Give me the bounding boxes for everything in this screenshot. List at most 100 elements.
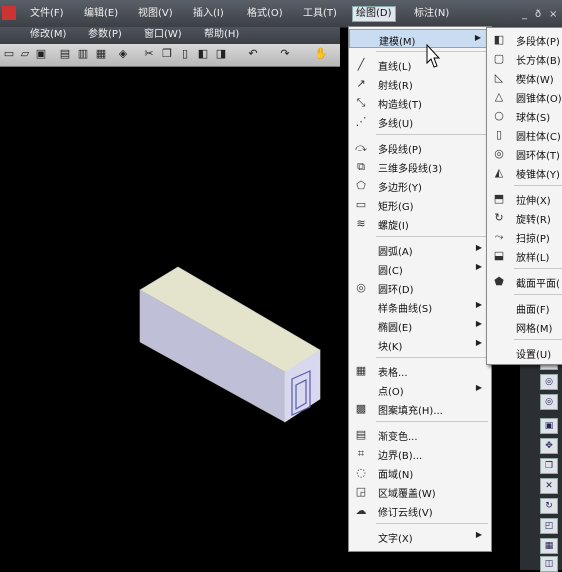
draw-menu-item[interactable]: ▩ 图案填充(H)... [349, 399, 491, 418]
menu-tools[interactable]: 工具(T) [303, 7, 337, 21]
modeling-menu-item[interactable]: ◺ 楔体(W) [487, 68, 562, 87]
modeling-menu-item[interactable]: ◎ 圆环体(T) [487, 144, 562, 163]
redo-icon[interactable]: ↷ [278, 47, 292, 61]
menu-dimension[interactable]: 标注(N) [414, 7, 449, 21]
draw-menu-item[interactable]: ☁ 修订云线(V) [349, 501, 491, 520]
draw-menu-item[interactable]: 椭圆(E) ▶ [349, 316, 491, 335]
draw-menu-item-label: 文字(X) [378, 534, 413, 545]
array-icon[interactable]: ▦ [540, 538, 558, 554]
menu-bar-row2: 修改(M) 参数(P) 窗口(W) 帮助(H) [0, 27, 340, 44]
draw-menu-item[interactable]: ▦ 表格... [349, 361, 491, 380]
modeling-menu-item[interactable]: ▢ 长方体(B) [487, 49, 562, 68]
extrude-icon[interactable]: ▣ [540, 418, 558, 434]
preview-icon[interactable]: ▥ [76, 47, 90, 61]
menu-parametric[interactable]: 参数(P) [88, 28, 122, 42]
draw-menu-item[interactable]: 块(K) ▶ [349, 335, 491, 354]
loft-icon: ⬓ [493, 249, 505, 262]
modeling-menu-item[interactable]: ◭ 棱锥体(Y) [487, 163, 562, 182]
draw-menu-item[interactable]: ⤼ 多段线(P) [349, 138, 491, 157]
draw-menu-item[interactable]: ◲ 区域覆盖(W) [349, 482, 491, 501]
close-icon[interactable]: × [549, 9, 557, 20]
rotate-icon[interactable]: ↻ [540, 498, 558, 514]
restore-icon[interactable]: ð [535, 9, 541, 20]
torus-icon[interactable]: ◎ [540, 374, 558, 390]
draw-menu-item[interactable]: ⤡ 构造线(T) [349, 93, 491, 112]
draw-menu-item[interactable]: ↗ 射线(R) [349, 74, 491, 93]
copy-icon[interactable]: ❐ [160, 47, 174, 61]
print-icon[interactable]: ▤ [58, 47, 72, 61]
modeling-menu-item[interactable]: ○ 球体(S) [487, 106, 562, 125]
publish-icon[interactable]: ▦ [94, 47, 108, 61]
draw-menu-item[interactable]: 圆(C) ▶ [349, 259, 491, 278]
submenu-arrow-icon: ▶ [475, 262, 482, 271]
menu-insert[interactable]: 插入(I) [193, 7, 224, 21]
draw-menu-item[interactable]: ⋰ 多线(U) [349, 112, 491, 131]
menu-edit[interactable]: 编辑(E) [84, 7, 118, 21]
paste-icon[interactable]: ▯ [178, 47, 192, 61]
submenu-arrow-icon: ▶ [475, 300, 482, 309]
menu-file[interactable]: 文件(F) [30, 7, 64, 21]
draw-menu-item[interactable]: ⧉ 三维多段线(3) [349, 157, 491, 176]
draw-menu-item[interactable]: ⬠ 多边形(Y) [349, 176, 491, 195]
draw-menu-item[interactable]: ▤ 渐变色... [349, 425, 491, 444]
solid-icon[interactable]: ◎ [540, 394, 558, 410]
mouse-pointer-icon [426, 44, 441, 68]
draw-menu-item-label: 圆(C) [378, 266, 403, 277]
modeling-menu-item[interactable]: ⬓ 放样(L) [487, 246, 562, 265]
modeling-menu-item[interactable]: △ 圆锥体(O) [487, 87, 562, 106]
menu-modify[interactable]: 修改(M) [30, 28, 66, 42]
open-icon[interactable]: ▱ [18, 47, 32, 61]
draw-menu-item[interactable]: ◌ 面域(N) [349, 463, 491, 482]
pan-icon[interactable]: ✋ [314, 47, 328, 61]
draw-menu-item[interactable]: 建模(M) ▶ [349, 29, 491, 48]
draw-menu-item[interactable]: ╱ 直线(L) [349, 55, 491, 74]
modeling-menu-item[interactable]: ◧ 多段体(P) [487, 30, 562, 49]
menu-separator [514, 294, 562, 295]
modeling-menu-item-label: 拉伸(X) [516, 196, 551, 207]
draw-menu-item[interactable]: 圆弧(A) ▶ [349, 240, 491, 259]
draw-menu-item[interactable]: ⌗ 边界(B)... [349, 444, 491, 463]
draw-menu: 建模(M) ▶ ╱ 直线(L) ↗ 射线(R) ⤡ 构造线(T) ⋰ 多线(U) ⤼ 多段线(P) ⧉ 三… [348, 26, 492, 552]
cut-icon[interactable]: ✂ [142, 47, 156, 61]
save-icon[interactable]: ▣ [34, 47, 48, 61]
draw-menu-item[interactable]: ◎ 圆环(D) [349, 278, 491, 297]
draw-menu-item[interactable]: ▭ 矩形(G) [349, 195, 491, 214]
modeling-menu-item[interactable]: ⬒ 拉伸(X) [487, 189, 562, 208]
new-icon[interactable]: ▭ [2, 47, 16, 61]
3d-dwf-icon[interactable]: ◈ [116, 47, 130, 61]
modeling-menu-item[interactable]: 曲面(F) [487, 298, 562, 317]
undo-icon[interactable]: ↶ [246, 47, 260, 61]
draw-menu-item[interactable]: 文字(X) ▶ [349, 527, 491, 546]
scale-icon[interactable]: ◰ [540, 518, 558, 534]
menu-separator [376, 357, 488, 358]
draw-menu-item-label: 多段线(P) [378, 145, 422, 156]
ray-icon: ↗ [356, 77, 366, 90]
modeling-menu-item[interactable]: ↻ 旋转(R) [487, 208, 562, 227]
menu-view[interactable]: 视图(V) [138, 7, 173, 21]
modeling-menu-item[interactable]: 网格(M) [487, 317, 562, 336]
modeling-menu-item[interactable]: ⬟ 截面平面( [487, 272, 562, 291]
extrude-icon: ⬒ [493, 192, 505, 205]
app-icon[interactable] [2, 6, 16, 20]
modeling-menu-item-label: 旋转(R) [516, 215, 551, 226]
draw-menu-item[interactable]: ≋ 螺旋(I) [349, 214, 491, 233]
copy-object-icon[interactable]: ❐ [540, 458, 558, 474]
modeling-menu-item-label: 设置(U) [516, 350, 552, 361]
menu-window[interactable]: 窗口(W) [144, 28, 182, 42]
erase-icon[interactable]: ✕ [540, 478, 558, 494]
modeling-menu-item[interactable]: 设置(U) [487, 343, 562, 362]
menu-draw[interactable]: 绘图(D) [352, 6, 396, 22]
polygon-icon: ⬠ [356, 179, 366, 192]
3dpoly-icon: ⧉ [357, 160, 365, 173]
match-prop-icon[interactable]: ◧ [196, 47, 210, 61]
minimize-icon[interactable]: _ [522, 9, 527, 20]
modeling-menu-item[interactable]: ⤳ 扫掠(P) [487, 227, 562, 246]
draw-menu-item[interactable]: 样条曲线(S) ▶ [349, 297, 491, 316]
draw-menu-item[interactable]: 点(O) ▶ [349, 380, 491, 399]
menu-format[interactable]: 格式(O) [247, 7, 283, 21]
draw-menu-item-label: 建模(M) [379, 37, 416, 48]
move-icon[interactable]: ✥ [540, 438, 558, 454]
modeling-menu-item[interactable]: ▯ 圆柱体(C) [487, 125, 562, 144]
block-editor-icon[interactable]: ◨ [214, 47, 228, 61]
menu-help[interactable]: 帮助(H) [204, 28, 239, 42]
